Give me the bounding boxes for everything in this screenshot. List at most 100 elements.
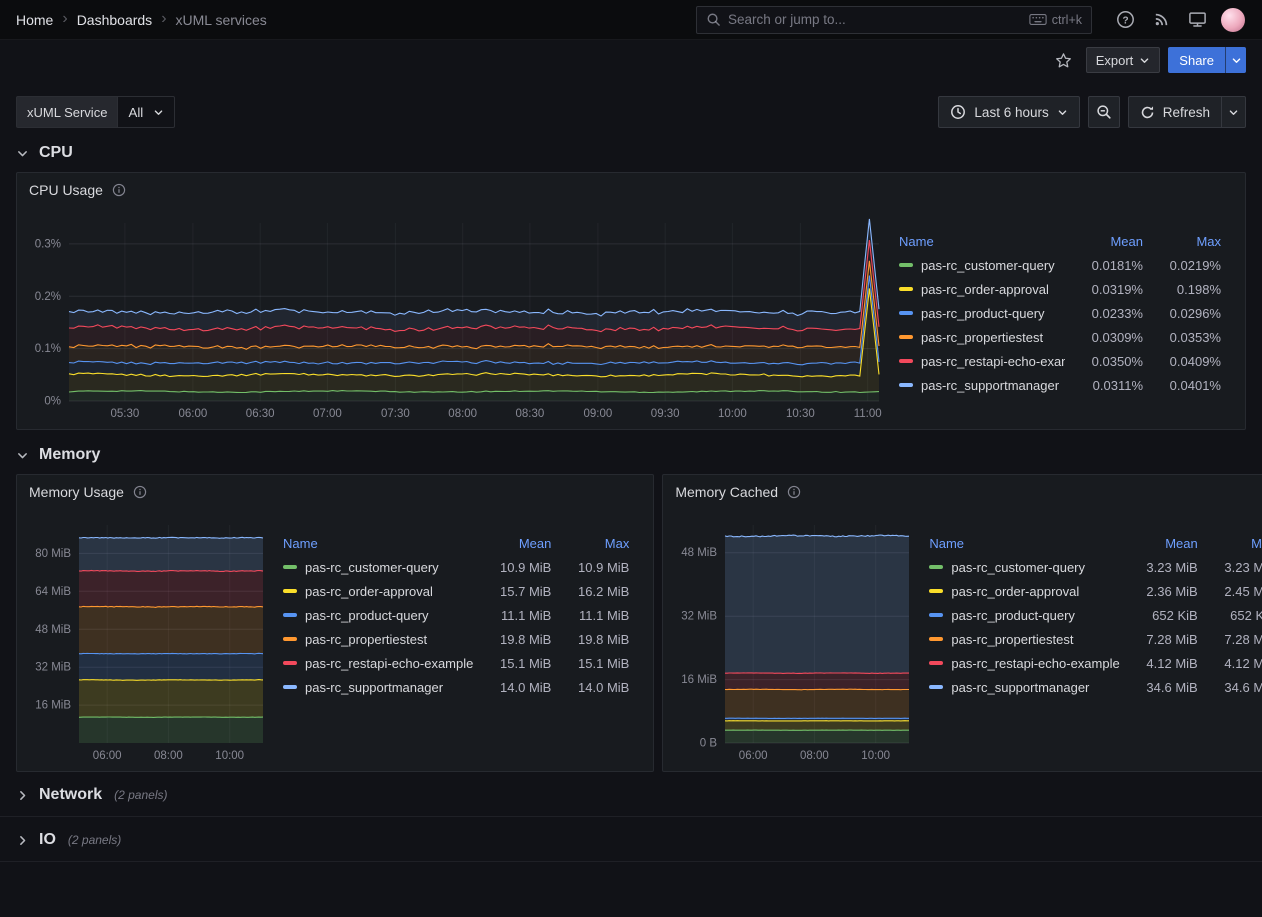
series-color-marker	[283, 565, 297, 569]
time-range-picker[interactable]: Last 6 hours	[938, 96, 1079, 128]
cpu-usage-chart[interactable]: 0%0.1%0.2%0.3%05:3006:0006:3007:0007:300…	[25, 213, 887, 425]
series-max-value: 34.6 MiB	[1208, 680, 1262, 695]
zoom-out-button[interactable]	[1088, 96, 1120, 128]
legend-col-name[interactable]: Name	[899, 234, 1065, 249]
panel-memory-cached: Memory Cached 0 B16 MiB32 MiB48 MiB06:00…	[662, 474, 1262, 772]
share-menu-button[interactable]	[1225, 47, 1246, 73]
series-label[interactable]: pas-rc_propertiestest	[929, 632, 1119, 647]
help-button[interactable]: ?	[1110, 5, 1140, 35]
legend-col-max[interactable]: Max	[1208, 536, 1262, 551]
series-label[interactable]: pas-rc_order-approval	[899, 282, 1065, 297]
chart-canvas[interactable]: 0 B16 MiB32 MiB48 MiB06:0008:0010:00	[671, 515, 917, 767]
series-max-value: 10.9 MiB	[561, 560, 629, 575]
series-color-marker	[283, 637, 297, 641]
display-button[interactable]	[1182, 5, 1212, 35]
series-label[interactable]: pas-rc_propertiestest	[283, 632, 473, 647]
series-color-marker	[929, 661, 943, 665]
legend-col-mean[interactable]: Mean	[483, 536, 551, 551]
info-icon[interactable]	[133, 485, 147, 499]
section-row-network[interactable]: Network (2 panels)	[0, 772, 1262, 817]
refresh-split-button: Refresh	[1128, 96, 1246, 128]
series-label[interactable]: pas-rc_restapi-echo-example	[899, 354, 1065, 369]
legend-col-max[interactable]: Max	[1153, 234, 1221, 249]
series-label[interactable]: pas-rc_supportmanager	[929, 680, 1119, 695]
svg-text:0 B: 0 B	[700, 738, 718, 750]
series-label[interactable]: pas-rc_product-query	[899, 306, 1065, 321]
export-button[interactable]: Export	[1086, 47, 1161, 73]
panel-header[interactable]: CPU Usage	[17, 173, 1245, 207]
series-mean-value: 19.8 MiB	[483, 632, 551, 647]
series-mean-value: 15.1 MiB	[483, 656, 551, 671]
section-title-memory: Memory	[39, 446, 100, 464]
series-label[interactable]: pas-rc_restapi-echo-example	[929, 656, 1119, 671]
legend-row: pas-rc_restapi-echo-example15.1 MiB15.1 …	[283, 651, 629, 675]
series-max-value: 7.28 MiB	[1208, 632, 1262, 647]
news-button[interactable]	[1146, 5, 1176, 35]
series-color-marker	[283, 613, 297, 617]
svg-text:05:30: 05:30	[111, 408, 140, 420]
legend-col-mean[interactable]: Mean	[1075, 234, 1143, 249]
info-icon[interactable]	[787, 485, 801, 499]
refresh-interval-button[interactable]	[1222, 96, 1246, 128]
svg-text:10:30: 10:30	[786, 408, 815, 420]
refresh-button[interactable]: Refresh	[1128, 96, 1222, 128]
legend-row: pas-rc_customer-query3.23 MiB3.23 MiB	[929, 555, 1262, 579]
search-input[interactable]: Search or jump to... ctrl+k	[696, 6, 1092, 34]
series-max-value: 0.0409%	[1153, 354, 1221, 369]
breadcrumb-dashboards[interactable]: Dashboards	[77, 12, 153, 28]
info-icon[interactable]	[112, 183, 126, 197]
panel-header[interactable]: Memory Cached	[663, 475, 1262, 509]
series-label[interactable]: pas-rc_customer-query	[283, 560, 473, 575]
memory-cached-chart[interactable]: 0 B16 MiB32 MiB48 MiB06:0008:0010:00	[671, 515, 917, 767]
search-icon	[706, 12, 721, 27]
legend-row: pas-rc_propertiestest 7.28 MiB 7.28 MiB	[929, 627, 1262, 651]
chart-canvas[interactable]: 16 MiB32 MiB48 MiB64 MiB80 MiB06:0008:00…	[25, 515, 271, 767]
memory-usage-chart[interactable]: 16 MiB32 MiB48 MiB64 MiB80 MiB06:0008:00…	[25, 515, 271, 767]
chevron-down-icon	[16, 147, 29, 160]
profile-button[interactable]	[1218, 5, 1248, 35]
export-label: Export	[1096, 53, 1134, 68]
series-label[interactable]: pas-rc_product-query	[929, 608, 1119, 623]
svg-text:48 MiB: 48 MiB	[682, 547, 718, 559]
series-mean-value: 7.28 MiB	[1130, 632, 1198, 647]
legend-row: pas-rc_product-query0.0233%0.0296%	[899, 301, 1221, 325]
share-button[interactable]: Share	[1168, 47, 1225, 73]
variable-value-dropdown[interactable]: All	[117, 96, 175, 128]
svg-text:06:30: 06:30	[246, 408, 275, 420]
legend-col-mean[interactable]: Mean	[1130, 536, 1198, 551]
svg-text:06:00: 06:00	[739, 750, 768, 762]
section-panels-count: (2 panels)	[68, 833, 121, 847]
keyboard-icon	[1029, 13, 1047, 26]
breadcrumb-home[interactable]: Home	[16, 12, 53, 28]
series-label[interactable]: pas-rc_product-query	[283, 608, 473, 623]
svg-text:48 MiB: 48 MiB	[35, 624, 71, 636]
series-label[interactable]: pas-rc_propertiestest	[899, 330, 1065, 345]
svg-text:09:00: 09:00	[584, 408, 613, 420]
series-max-value: 2.45 MiB	[1208, 584, 1262, 599]
series-color-marker	[899, 359, 913, 363]
svg-text:08:00: 08:00	[800, 750, 829, 762]
series-label[interactable]: pas-rc_order-approval	[929, 584, 1119, 599]
legend-header-row: Name Mean Max	[899, 229, 1221, 253]
series-color-marker	[899, 287, 913, 291]
chart-canvas[interactable]: 0%0.1%0.2%0.3%05:3006:0006:3007:0007:300…	[25, 213, 887, 425]
series-label[interactable]: pas-rc_customer-query	[899, 258, 1065, 273]
legend-col-name[interactable]: Name	[929, 536, 1119, 551]
section-row-memory[interactable]: Memory	[0, 430, 1262, 474]
series-label[interactable]: pas-rc_order-approval	[283, 584, 473, 599]
legend-col-max[interactable]: Max	[561, 536, 629, 551]
svg-text:0.3%: 0.3%	[35, 238, 61, 250]
search-shortcut-text: ctrl+k	[1052, 13, 1082, 27]
panel-header[interactable]: Memory Usage	[17, 475, 653, 509]
series-label[interactable]: pas-rc_supportmanager	[899, 378, 1065, 393]
chevron-right-icon	[16, 789, 29, 802]
section-row-cpu[interactable]: CPU	[0, 128, 1262, 172]
series-label[interactable]: pas-rc_customer-query	[929, 560, 1119, 575]
memory-panel-row: Memory Usage 16 MiB32 MiB48 MiB64 MiB80 …	[16, 474, 1246, 772]
series-label[interactable]: pas-rc_restapi-echo-example	[283, 656, 473, 671]
favorite-button[interactable]	[1050, 47, 1078, 73]
legend-col-name[interactable]: Name	[283, 536, 473, 551]
series-color-marker	[899, 335, 913, 339]
series-label[interactable]: pas-rc_supportmanager	[283, 680, 473, 695]
section-row-io[interactable]: IO (2 panels)	[0, 817, 1262, 862]
